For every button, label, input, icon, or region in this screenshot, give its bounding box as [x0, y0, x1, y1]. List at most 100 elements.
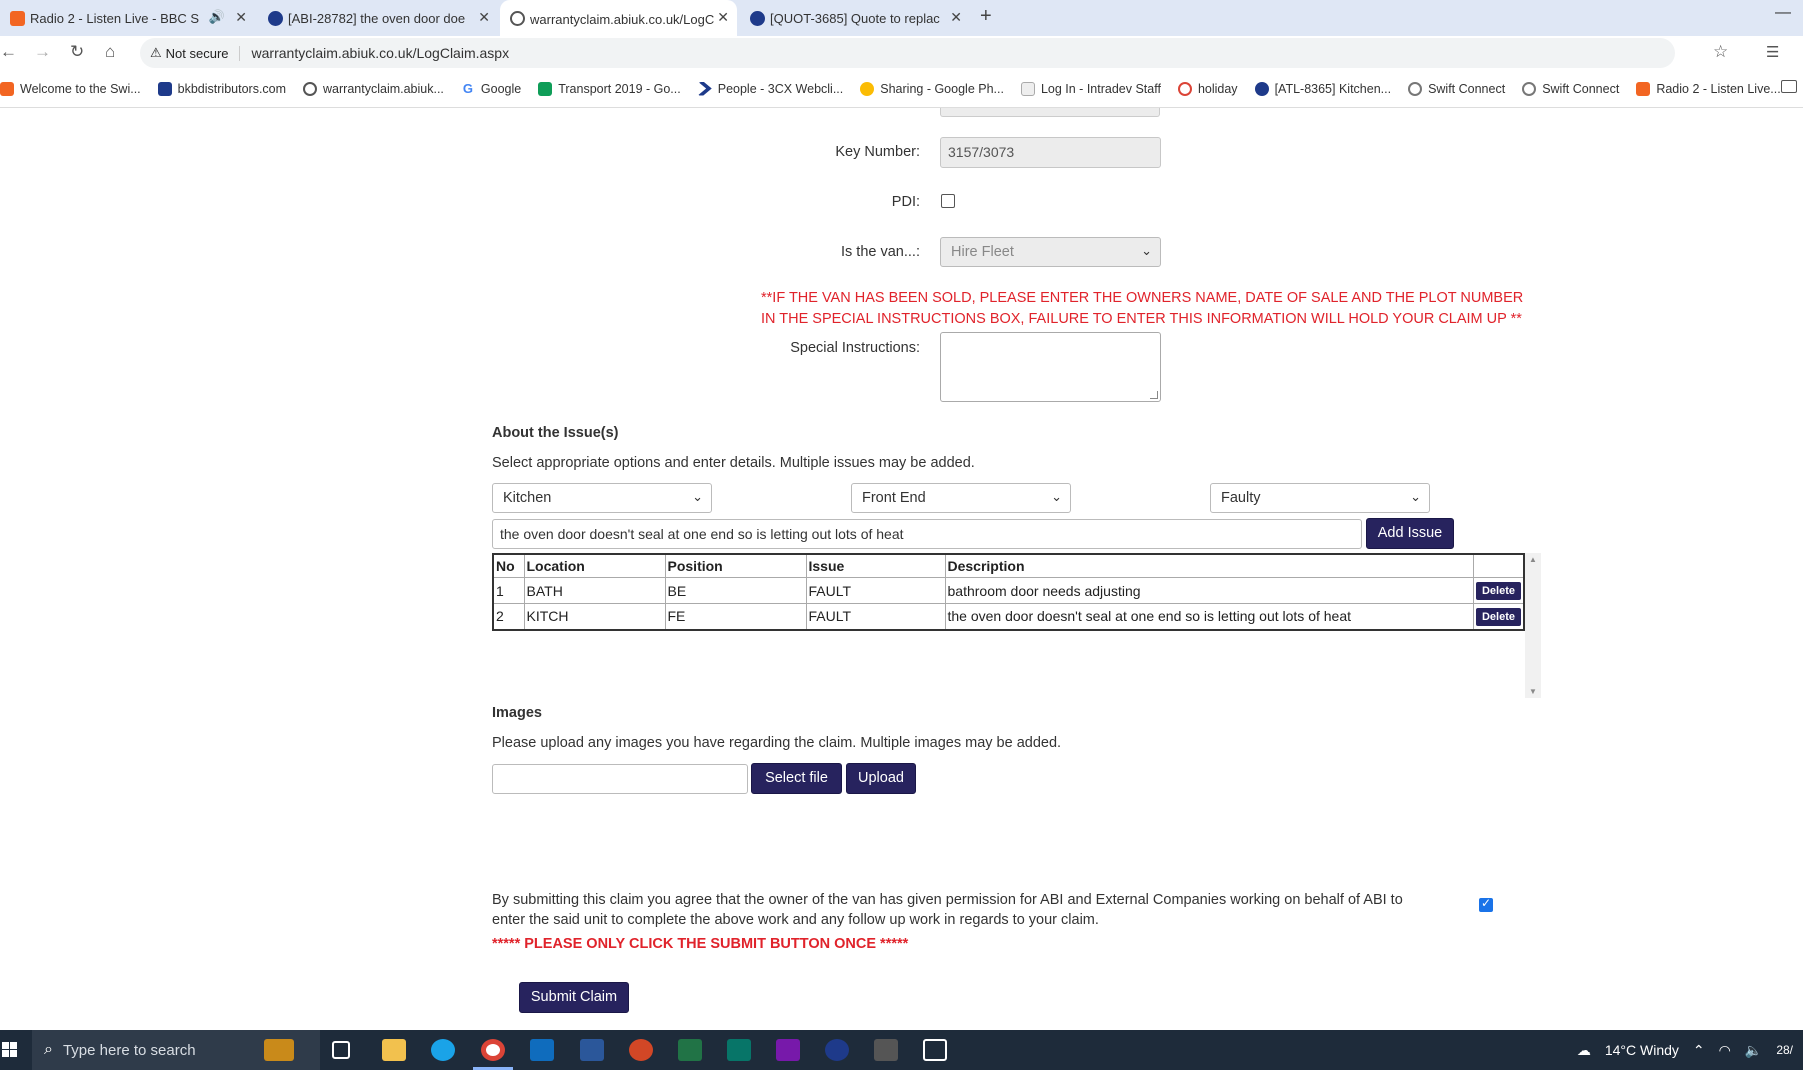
bookmark-item[interactable]: Log In - Intradev Staff — [1020, 81, 1161, 96]
issues-table: No Location Position Issue Description 1… — [492, 553, 1525, 631]
issues-table-container: No Location Position Issue Description 1… — [492, 553, 1541, 698]
swift-connect-icon — [1522, 81, 1537, 96]
bookmark-favicon-icon — [303, 81, 318, 96]
row-action-cell: Delete — [1472, 577, 1525, 604]
agreement-checkbox[interactable] — [1479, 896, 1493, 912]
scroll-down-icon[interactable]: ▼ — [1529, 687, 1537, 696]
publisher-icon[interactable] — [727, 1039, 751, 1061]
bookmark-item[interactable]: bkbdistributors.com — [157, 81, 286, 96]
audio-icon[interactable]: 🔊 — [209, 9, 225, 25]
scroll-up-icon[interactable]: ▲ — [1529, 555, 1537, 564]
bookmark-item[interactable]: Radio 2 - Listen Live... — [1636, 81, 1781, 96]
new-tab-icon[interactable]: + — [980, 5, 992, 28]
word-icon[interactable] — [580, 1039, 604, 1061]
van-status-select[interactable]: Hire Fleet ⌄ — [940, 237, 1161, 267]
close-icon[interactable]: ✕ — [950, 9, 962, 26]
edge-icon[interactable] — [431, 1039, 455, 1061]
bookmark-item[interactable]: Sharing - Google Ph... — [860, 81, 1004, 96]
excel-icon[interactable] — [678, 1039, 702, 1061]
taskbar: ⌕ Type here to search ☁ 14°C Windy ⌃ ◠ 🔈… — [0, 1030, 1803, 1070]
issues-instructions: Select appropriate options and enter det… — [492, 455, 975, 471]
volume-icon[interactable]: 🔈 — [1745, 1042, 1762, 1059]
row-no: 1 — [492, 577, 525, 604]
document-icon — [1020, 81, 1035, 96]
forward-icon[interactable]: → — [34, 42, 51, 62]
search-placeholder: Type here to search — [62, 1041, 196, 1059]
close-icon[interactable]: ✕ — [235, 9, 247, 26]
delete-button[interactable]: Delete — [1475, 607, 1521, 626]
issues-scrollbar[interactable]: ▲ ▼ — [1525, 553, 1541, 698]
key-number-label: Key Number: — [835, 144, 920, 160]
bookmark-item[interactable]: Transport 2019 - Go... — [538, 81, 681, 96]
bookmark-favicon-icon — [0, 81, 14, 96]
folder-icon[interactable] — [1781, 80, 1797, 93]
bookmark-item[interactable]: Welcome to the Swi... — [0, 81, 141, 96]
tab-radio2[interactable]: Radio 2 - Listen Live - BBC S 🔊 ✕ — [0, 0, 255, 36]
bookmark-item[interactable]: Swift Connect — [1408, 81, 1505, 96]
jira-icon — [1254, 81, 1269, 96]
bookmark-item[interactable]: holiday — [1177, 81, 1238, 96]
network-icon[interactable]: ◠ — [1719, 1042, 1731, 1059]
pdi-checkbox[interactable] — [941, 194, 955, 208]
file-path-input[interactable] — [492, 764, 748, 794]
bookmark-item[interactable]: Swift Connect — [1522, 81, 1619, 96]
onenote-icon[interactable] — [776, 1039, 800, 1061]
warning-icon[interactable]: ⚠ — [150, 45, 162, 61]
add-issue-button[interactable]: Add Issue — [1366, 518, 1454, 549]
table-row: 1 BATH BE FAULT bathroom door needs adju… — [492, 577, 1525, 604]
bookmark-item[interactable]: [ATL-8365] Kitchen... — [1254, 81, 1391, 96]
row-no: 2 — [492, 603, 525, 630]
back-icon[interactable]: ← — [0, 42, 17, 62]
location-select[interactable]: Kitchen ⌄ — [492, 483, 712, 513]
task-view-icon[interactable] — [332, 1041, 350, 1059]
tab-title: warrantyclaim.abiuk.co.uk/LogC — [530, 11, 715, 27]
address-bar[interactable]: ⚠ Not secure warrantyclaim.abiuk.co.uk/L… — [140, 38, 1675, 68]
powerpoint-icon[interactable] — [629, 1039, 653, 1061]
bookmark-item[interactable]: G Google — [460, 81, 521, 96]
key-number-field[interactable]: 3157/3073 — [940, 137, 1161, 168]
tab-search-icon[interactable]: ☰ — [1766, 43, 1779, 61]
minimize-icon[interactable]: — — [1775, 4, 1791, 22]
swift-connect-icon — [1408, 81, 1423, 96]
bookmark-star-icon[interactable]: ☆ — [1713, 42, 1728, 62]
close-icon[interactable]: ✕ — [717, 9, 729, 26]
select-file-button[interactable]: Select file — [751, 763, 842, 794]
close-icon[interactable]: ✕ — [478, 9, 490, 26]
url-text[interactable]: warrantyclaim.abiuk.co.uk/LogClaim.aspx — [252, 45, 510, 61]
windows-start-icon[interactable] — [2, 1042, 18, 1058]
upload-button[interactable]: Upload — [846, 763, 916, 794]
tab-warrantyclaim[interactable]: warrantyclaim.abiuk.co.uk/LogC ✕ — [500, 0, 737, 38]
tab-quot-3685[interactable]: [QUOT-3685] Quote to replace ✕ — [740, 0, 970, 36]
jira-icon[interactable] — [825, 1039, 849, 1061]
issue-description-input[interactable]: the oven door doesn't seal at one end so… — [492, 519, 1362, 549]
tab-title: Radio 2 - Listen Live - BBC S — [30, 10, 200, 26]
submit-claim-button[interactable]: Submit Claim — [519, 982, 629, 1013]
clock-date[interactable]: 28/ — [1776, 1043, 1793, 1057]
bookmark-item[interactable]: warrantyclaim.abiuk... — [303, 81, 444, 96]
submit-once-notice: ***** PLEASE ONLY CLICK THE SUBMIT BUTTO… — [492, 936, 909, 952]
bookmark-item[interactable]: People - 3CX Webcli... — [697, 81, 843, 96]
delete-button[interactable]: Delete — [1475, 582, 1521, 600]
chevron-up-icon[interactable]: ⌃ — [1693, 1042, 1705, 1059]
position-select[interactable]: Front End ⌄ — [851, 483, 1071, 513]
special-instructions-textarea[interactable] — [940, 332, 1161, 402]
sheets-icon — [538, 81, 553, 96]
tab-abi-28782[interactable]: [ABI-28782] the oven door doe ✕ — [258, 0, 498, 36]
row-position: FE — [664, 603, 807, 630]
chevron-down-icon: ⌄ — [1410, 489, 1421, 504]
security-label[interactable]: Not secure — [166, 45, 240, 61]
file-explorer-icon[interactable] — [382, 1039, 406, 1061]
reload-icon[interactable]: ↻ — [70, 42, 84, 62]
row-issue: FAULT — [805, 577, 946, 604]
home-icon[interactable]: ⌂ — [105, 42, 115, 62]
issue-type-select[interactable]: Faulty ⌄ — [1210, 483, 1430, 513]
box-app-icon[interactable] — [923, 1039, 947, 1061]
3cx-icon[interactable] — [874, 1039, 898, 1061]
van-status-label: Is the van...: — [841, 244, 920, 260]
images-instructions: Please upload any images you have regard… — [492, 735, 1062, 751]
chrome-icon[interactable] — [481, 1039, 505, 1061]
weather-icon[interactable]: ☁ — [1577, 1042, 1591, 1059]
taskbar-search[interactable]: ⌕ Type here to search — [32, 1030, 320, 1070]
outlook-icon[interactable] — [530, 1039, 554, 1061]
weather-text[interactable]: 14°C Windy — [1605, 1042, 1679, 1058]
